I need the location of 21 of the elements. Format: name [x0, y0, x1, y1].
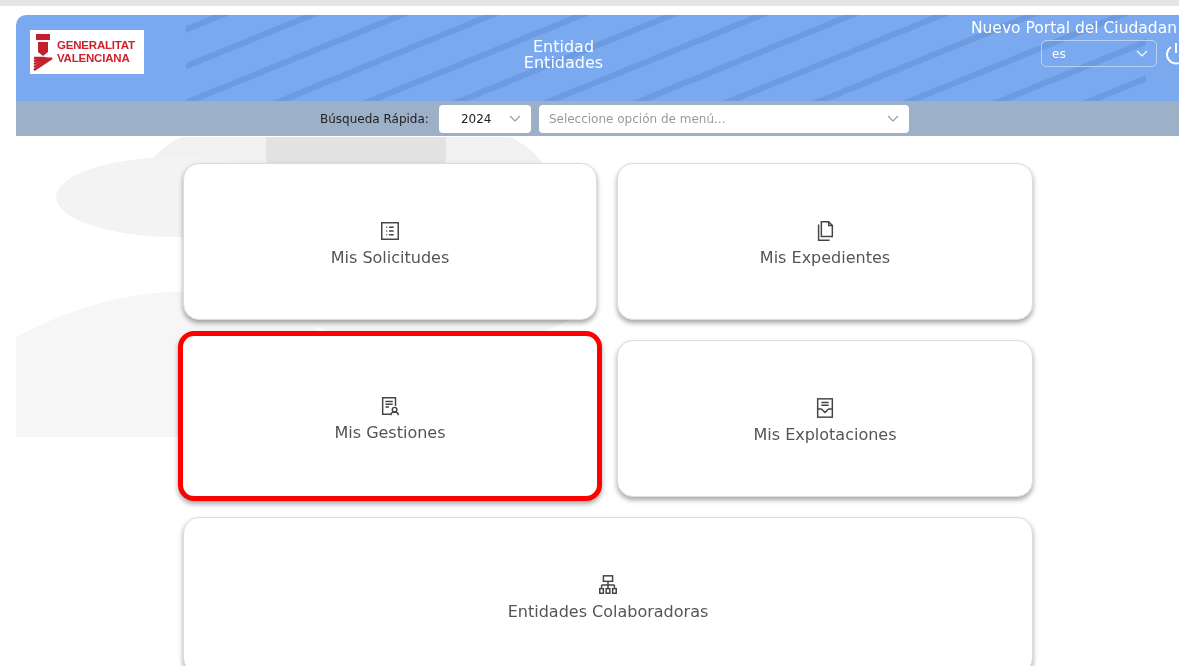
list-icon: [379, 220, 401, 242]
quick-search-label: Búsqueda Rápida:: [320, 111, 429, 126]
menu-card[interactable]: Mis Gestiones: [178, 331, 602, 501]
year-select[interactable]: 2024: [438, 104, 531, 133]
logo-text: VALENCIANA: [57, 52, 131, 65]
menu-card[interactable]: Mis Expedientes: [617, 163, 1033, 320]
portal-title: Nuevo Portal del Ciudadan: [970, 19, 1177, 37]
menu-card[interactable]: Mis Explotaciones: [617, 340, 1033, 497]
chevron-down-icon: [886, 114, 899, 123]
chevron-down-icon: [508, 114, 521, 123]
logo[interactable]: GENERALITAT VALENCIANA: [30, 30, 144, 74]
network-icon: [597, 574, 619, 596]
menu-card[interactable]: Mis Solicitudes: [183, 163, 597, 320]
menu-card[interactable]: Entidades Colaboradoras: [183, 517, 1033, 666]
document-tray-icon: [814, 397, 836, 419]
coat-of-arms-icon: [32, 32, 54, 72]
page-title: Entidad: [532, 39, 595, 55]
page-subtitle: Entidades: [523, 55, 604, 71]
chevron-down-icon: [1136, 49, 1148, 58]
logo-text: GENERALITAT: [57, 39, 135, 52]
document-user-icon: [379, 394, 401, 417]
